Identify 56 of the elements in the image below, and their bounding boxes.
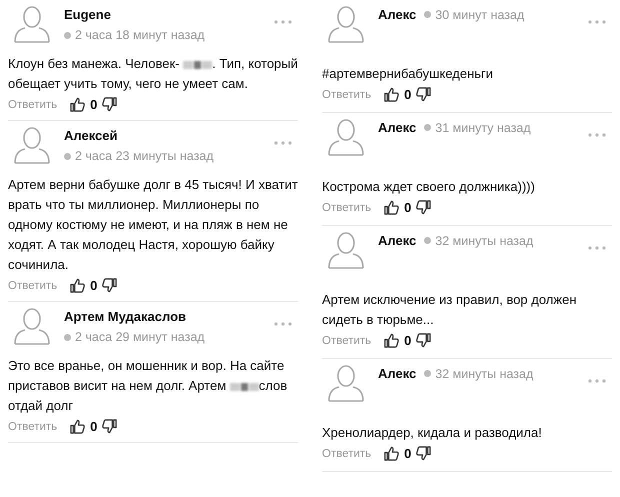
- avatar-icon: [326, 117, 366, 157]
- reply-link[interactable]: Ответить: [322, 334, 372, 346]
- avatar-icon: [12, 306, 52, 346]
- timestamp: 2 часа 18 минут назад: [64, 28, 262, 42]
- thumbs-down-icon[interactable]: [102, 419, 118, 434]
- author-name: Алекс: [378, 366, 416, 381]
- timestamp: 2 часа 23 минуты назад: [64, 149, 262, 163]
- reply-link[interactable]: Ответить: [8, 420, 58, 432]
- thumbs-down-icon[interactable]: [102, 97, 118, 112]
- like-count: 0: [404, 333, 412, 348]
- author-name: Алекс: [378, 120, 416, 135]
- reply-link[interactable]: Ответить: [322, 88, 372, 100]
- like-count: 0: [90, 97, 98, 112]
- thumbs-up-icon[interactable]: [384, 87, 400, 102]
- thumbs-up-icon[interactable]: [70, 278, 86, 293]
- thumbs-down-icon[interactable]: [416, 87, 432, 102]
- author-name: Алексей: [64, 128, 118, 143]
- comment-text: Хренолиардер, кидала и разводила!: [322, 424, 543, 442]
- timestamp: 31 минуту назад: [424, 120, 531, 135]
- thumbs-up-icon[interactable]: [384, 446, 400, 461]
- timestamp: 2 часа 29 минут назад: [64, 330, 262, 344]
- avatar-icon: [326, 4, 366, 44]
- author-name: Eugene: [64, 7, 112, 22]
- avatar-icon: [12, 4, 52, 44]
- thumbs-up-icon[interactable]: [384, 333, 400, 348]
- thumbs-up-icon[interactable]: [384, 200, 400, 215]
- like-count: 0: [90, 278, 98, 293]
- avatar-icon: [326, 363, 366, 403]
- comment-text: Это все вранье, он мошенник и вор. На сайте приставов висит на нем долг. Артем слов отдай долг: [8, 357, 288, 415]
- like-count: 0: [404, 200, 412, 215]
- thumbs-down-icon[interactable]: [416, 446, 432, 461]
- like-count: 0: [404, 87, 412, 102]
- reply-link[interactable]: Ответить: [8, 280, 58, 292]
- like-count: 0: [90, 419, 98, 434]
- thumbs-up-icon[interactable]: [70, 97, 86, 112]
- author-name: Артем Мудакаслов: [64, 309, 188, 324]
- timestamp: 32 минуты назад: [424, 366, 534, 381]
- thumbs-down-icon[interactable]: [416, 333, 432, 348]
- author-name: Алекс: [378, 7, 416, 22]
- thumbs-down-icon[interactable]: [102, 278, 118, 293]
- reply-link[interactable]: Ответить: [322, 448, 372, 460]
- comment-text: Кострома ждет своего должника)))): [322, 178, 536, 196]
- like-count: 0: [404, 446, 412, 461]
- timestamp: 32 минуты назад: [424, 233, 534, 248]
- comment-text: Артем исключение из правил, вор должен сидеть в тюрьме...: [322, 291, 578, 329]
- reply-link[interactable]: Ответить: [322, 202, 372, 214]
- comment-text: Клоун без манежа. Человек- . Тип, который обещает учить тому, чего не умеет сам.: [8, 55, 298, 93]
- comment-text: Артем верни бабушке долг в 45 тысяч! И хватит врать что ты миллионер. Миллионеры по одному костюму не имеют, и на пляж в нем не ходят. А так молодец Настя, хорошую байку сочинила.: [8, 176, 298, 274]
- avatar-icon: [12, 125, 52, 165]
- comment-text: #артемвернибабушкеденьги: [322, 65, 494, 83]
- avatar-icon: [326, 230, 366, 270]
- author-name: Алекс: [378, 233, 416, 248]
- thumbs-down-icon[interactable]: [416, 200, 432, 215]
- reply-link[interactable]: Ответить: [8, 98, 58, 110]
- thumbs-up-icon[interactable]: [70, 419, 86, 434]
- timestamp: 30 минут назад: [424, 7, 524, 22]
